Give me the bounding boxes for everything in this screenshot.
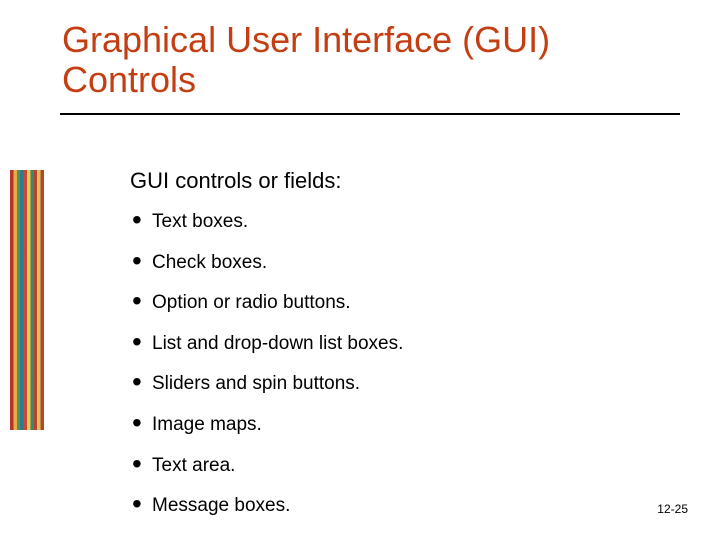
list-item: Image maps. [152,403,670,444]
list-item: Check boxes. [152,241,670,282]
slide-title: Graphical User Interface (GUI) Controls [0,20,720,99]
body-lead: GUI controls or fields: [130,168,670,194]
list-item: Sliders and spin buttons. [152,362,670,403]
list-item: Text area. [152,444,670,485]
title-underline [60,113,680,115]
body-content: GUI controls or fields: Text boxes. Chec… [130,168,670,525]
list-item: Text boxes. [152,200,670,241]
list-item: List and drop-down list boxes. [152,322,670,363]
bullet-list: Text boxes. Check boxes. Option or radio… [152,200,670,525]
slide: Graphical User Interface (GUI) Controls … [0,0,720,540]
slide-number: 12-25 [657,502,688,516]
list-item: Message boxes. [152,484,670,525]
accent-stripe-graphic [10,170,44,430]
list-item: Option or radio buttons. [152,281,670,322]
